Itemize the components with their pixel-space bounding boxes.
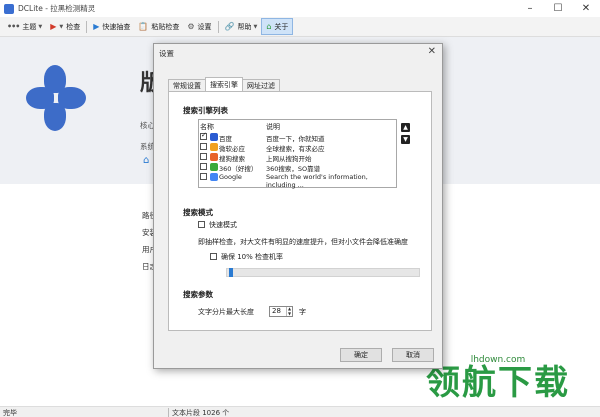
chevron-down-icon: ▼: [38, 23, 43, 30]
engine-checkbox[interactable]: [200, 143, 207, 150]
clipboard-icon: 📋: [138, 21, 149, 31]
move-up-button[interactable]: ▲: [401, 123, 410, 132]
params-section-title: 搜索参数: [183, 290, 213, 299]
menu-dots-icon: •••: [7, 21, 20, 31]
engine-desc: 上网从搜狗开始: [266, 155, 312, 163]
engine-checkbox[interactable]: [200, 131, 207, 140]
gear-icon: ⚙: [187, 21, 195, 31]
settings-button[interactable]: ⚙ 设置: [183, 18, 215, 35]
dialog-close-icon[interactable]: ✕: [428, 46, 436, 57]
fast-mode-description: 即抽样检查，对大文件有明显的速度提升，但对小文件会降低准确度: [198, 238, 408, 246]
google-icon: [210, 173, 218, 181]
accuracy-checkbox[interactable]: [210, 253, 217, 260]
accuracy-slider[interactable]: [226, 268, 420, 277]
bing-icon: [210, 143, 218, 151]
about-label: 关于: [274, 22, 289, 31]
ok-button[interactable]: 确定: [340, 348, 382, 362]
close-button[interactable]: ✕: [572, 0, 600, 17]
cancel-button[interactable]: 取消: [392, 348, 434, 362]
engine-desc: Search the world's information, includin…: [266, 173, 368, 189]
status-text: 完毕: [3, 409, 17, 417]
toolbar-divider: [86, 20, 88, 33]
engine-desc: 百度一下，你就知道: [266, 135, 325, 143]
link-icon: 🔗: [224, 21, 235, 31]
sogou-icon: [210, 153, 218, 161]
fast-mode-label: 快速模式: [209, 221, 237, 229]
tab-url-filter[interactable]: 网址过滤: [242, 79, 280, 91]
title-bar: DCLite - 拉黑检测精灵 – ☐ ✕: [0, 0, 600, 17]
paste-check-label: 粘贴检查: [151, 22, 180, 31]
window-controls: – ☐ ✕: [516, 0, 600, 17]
min-length-stepper[interactable]: 28 ▲ ▼: [269, 306, 293, 317]
engine-name: 搜狗搜索: [219, 155, 245, 163]
engine-checkbox[interactable]: [200, 163, 207, 170]
toolbar: ••• 主题 ▼ ▶ ▼ 检查 ▶ 快速抽查 📋 粘贴检查 ⚙ 设置 🔗 帮助 …: [0, 17, 600, 37]
accuracy-label: 确保 10% 检查机率: [221, 253, 284, 261]
engine-name: 百度: [219, 135, 232, 143]
window-title: DCLite - 拉黑检测精灵: [18, 4, 96, 13]
min-length-label: 文字分片最大长度: [198, 308, 254, 316]
play-icon: ▶: [93, 21, 100, 31]
list-header-desc: 说明: [266, 123, 280, 131]
engine-name: Google: [219, 173, 242, 181]
app-icon: [4, 3, 14, 14]
engine-list[interactable]: 名称 说明 百度 百度一下，你就知道 微软必应 全球搜索，有求必应 搜狗搜索 上…: [198, 119, 397, 189]
engine-checkbox[interactable]: [200, 153, 207, 160]
engine-name: 微软必应: [219, 145, 245, 153]
quick-check-button[interactable]: ▶ 快速抽查: [89, 18, 134, 35]
slider-thumb[interactable]: [229, 268, 233, 277]
fast-mode-checkbox[interactable]: [198, 221, 205, 228]
engine-name: 360（好搜）: [219, 165, 258, 173]
engine-desc: 360搜索，SO靠谱: [266, 165, 321, 173]
engine-row-sogou[interactable]: 搜狗搜索 上网从搜狗开始: [200, 153, 396, 163]
status-divider: [168, 408, 169, 417]
status-bar: 完毕 文本片段 1026 个: [0, 406, 600, 417]
maximize-button[interactable]: ☐: [544, 0, 572, 17]
search-engine-panel: 搜索引擎列表 名称 说明 百度 百度一下，你就知道 微软必应 全球搜索，有求必应…: [168, 91, 432, 331]
check-button[interactable]: ▶ ▼ 检查: [46, 18, 84, 35]
chevron-down-icon: ▼: [253, 23, 258, 30]
min-length-unit: 字: [299, 308, 306, 316]
tab-search-engine[interactable]: 搜索引擎: [205, 77, 243, 91]
home-icon[interactable]: ⌂: [143, 155, 153, 166]
chevron-down-icon: ▼: [59, 23, 64, 30]
stepper-arrows-icon[interactable]: ▲ ▼: [286, 306, 292, 316]
theme-label: 主题: [22, 22, 37, 31]
engine-row-google[interactable]: Google Search the world's information, i…: [200, 173, 396, 189]
fragment-count: 文本片段 1026 个: [172, 409, 230, 417]
min-length-value: 28: [272, 307, 281, 315]
minimize-button[interactable]: –: [516, 0, 544, 17]
theme-menu[interactable]: ••• 主题 ▼: [3, 18, 46, 35]
settings-label: 设置: [197, 22, 212, 31]
watermark-text: 领航下载: [426, 363, 570, 403]
help-menu[interactable]: 🔗 帮助 ▼: [221, 18, 262, 35]
engine-section-title: 搜索引擎列表: [183, 106, 228, 115]
settings-tabs: 常规设置 搜索引擎 网址过滤: [168, 77, 280, 91]
engine-row-bing[interactable]: 微软必应 全球搜索，有求必应: [200, 143, 396, 153]
dialog-title: 设置: [159, 49, 174, 58]
clover-logo-icon: [26, 65, 86, 145]
settings-dialog: 设置 ✕ 常规设置 搜索引擎 网址过滤 搜索引擎列表 名称 说明 百度 百度一下…: [153, 43, 443, 369]
about-button[interactable]: ⌂ 关于: [261, 18, 294, 35]
engine-desc: 全球搜索，有求必应: [266, 145, 325, 153]
toolbar-divider: [217, 20, 219, 33]
engine-row-360[interactable]: 360（好搜） 360搜索，SO靠谱: [200, 163, 396, 173]
quick-check-label: 快速抽查: [102, 22, 131, 31]
help-label: 帮助: [237, 22, 252, 31]
check-label: 检查: [66, 22, 81, 31]
home-icon: ⌂: [266, 21, 272, 31]
play-icon: ▶: [50, 21, 57, 31]
move-down-button[interactable]: ▼: [401, 135, 410, 144]
baidu-icon: [210, 133, 218, 141]
paste-check-button[interactable]: 📋 粘贴检查: [134, 18, 183, 35]
mode-section-title: 搜索模式: [183, 208, 213, 217]
tab-general[interactable]: 常规设置: [168, 79, 206, 91]
engine-checkbox[interactable]: [200, 173, 207, 180]
engine-row-baidu[interactable]: 百度 百度一下，你就知道: [200, 131, 396, 143]
360-search-icon: [210, 163, 218, 171]
